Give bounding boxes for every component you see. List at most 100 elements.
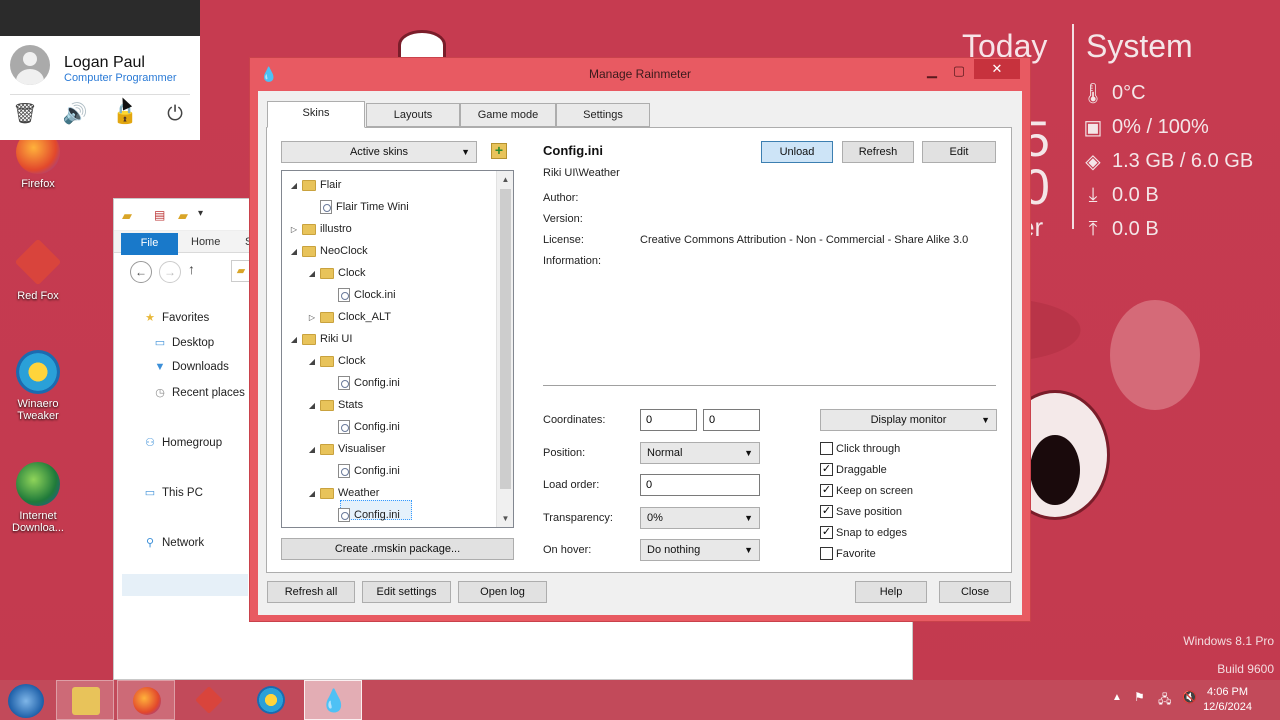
refresh-all-button[interactable]: Refresh all — [267, 581, 355, 603]
power-icon[interactable]: ⏻ — [161, 100, 189, 128]
nav-item-network[interactable]: ⚲ Network — [142, 536, 204, 550]
volume-icon[interactable]: 🔊 — [61, 100, 89, 128]
display-monitor-dropdown[interactable]: Display monitor ▼ — [820, 409, 997, 431]
checkbox-save-position[interactable]: ✓ Save position — [820, 505, 902, 518]
checkbox-snap-to-edges[interactable]: ✓ Snap to edges — [820, 526, 907, 539]
help-button[interactable]: Help — [855, 581, 927, 603]
tab-layouts[interactable]: Layouts — [366, 103, 460, 127]
desktop-icon-winaero[interactable]: Winaero Tweaker — [2, 350, 74, 422]
show-hidden-icons-icon[interactable]: ▲ — [1112, 692, 1122, 703]
tree-expander-icon[interactable]: ◢ — [306, 401, 318, 410]
tree-file-node[interactable]: Config.ini — [324, 461, 400, 481]
avatar[interactable] — [10, 45, 50, 85]
refresh-button[interactable]: Refresh — [842, 141, 914, 163]
tab-skins[interactable]: Skins — [267, 101, 365, 128]
tab-settings[interactable]: Settings — [556, 103, 650, 127]
close-icon[interactable]: ✕ — [974, 59, 1020, 79]
taskbar-clock[interactable]: 4:06 PM 12/6/2024 — [1203, 685, 1252, 715]
up-arrow-icon[interactable]: ↑ — [188, 261, 195, 277]
taskbar-red-fox[interactable] — [180, 680, 238, 720]
tree-folder-node[interactable]: ◢ Visualiser — [306, 439, 386, 459]
checkbox-favorite[interactable]: Favorite — [820, 547, 876, 560]
active-skins-dropdown[interactable]: Active skins ▼ — [281, 141, 477, 163]
taskbar-firefox[interactable] — [117, 680, 175, 720]
checkbox-keep-on-screen[interactable]: ✓ Keep on screen — [820, 484, 913, 497]
tree-file-node[interactable]: Flair Time Wini — [306, 197, 409, 217]
customize-toolbar-icon[interactable]: ▾ — [198, 208, 203, 219]
taskbar-rainmeter[interactable]: 💧 — [304, 680, 362, 720]
tree-folder-node[interactable]: ◢ Clock — [306, 351, 366, 371]
desktop-icon-idm[interactable]: Internet Downloa... — [2, 462, 74, 534]
position-select[interactable]: Normal ▼ — [640, 442, 760, 464]
tab-game-mode[interactable]: Game mode — [460, 103, 556, 127]
action-center-flag-icon[interactable]: ⚑ — [1134, 690, 1145, 704]
checkmark-icon[interactable]: ✓ — [820, 526, 833, 539]
tree-expander-icon[interactable]: ◢ — [306, 269, 318, 278]
tree-file-node[interactable]: Config.ini — [324, 373, 400, 393]
tree-folder-node[interactable]: ◢ Flair — [288, 175, 341, 195]
open-log-button[interactable]: Open log — [458, 581, 547, 603]
create-rmskin-package-button[interactable]: Create .rmskin package... — [281, 538, 514, 560]
nav-item-downloads[interactable]: ▼ Downloads — [152, 361, 229, 373]
checkmark-icon[interactable]: ✓ — [820, 463, 833, 476]
address-folder-icon[interactable]: ▰ — [231, 260, 251, 282]
close-button[interactable]: Close — [939, 581, 1011, 603]
tree-file-node[interactable]: Clock.ini — [324, 285, 396, 305]
start-button[interactable] — [8, 684, 44, 718]
new-folder-icon[interactable]: ▰ — [178, 208, 188, 224]
tree-folder-node[interactable]: ◢ Clock — [306, 263, 366, 283]
minimize-icon[interactable]: ▁ — [918, 61, 946, 81]
window-titlebar[interactable]: 💧 Manage Rainmeter ▁ ▢ ✕ — [250, 58, 1030, 91]
checkbox-click-through[interactable]: Click through — [820, 442, 900, 455]
tree-scrollbar[interactable]: ▲ ▼ — [496, 171, 513, 527]
volume-muted-tray-icon[interactable]: 🔇 — [1182, 690, 1197, 704]
tree-folder-node[interactable]: ◢ Weather — [306, 483, 379, 503]
scroll-up-icon[interactable]: ▲ — [497, 171, 513, 188]
tree-folder-node[interactable]: ◢ NeoClock — [288, 241, 368, 261]
tree-expander-icon[interactable]: ◢ — [306, 489, 318, 498]
tree-expander-icon[interactable]: ◢ — [288, 181, 300, 190]
edit-settings-button[interactable]: Edit settings — [362, 581, 451, 603]
tree-folder-node[interactable]: ▷ illustro — [288, 219, 352, 239]
scroll-thumb[interactable] — [500, 189, 511, 489]
unload-button[interactable]: Unload — [761, 141, 833, 163]
tree-expander-icon[interactable]: ◢ — [288, 247, 300, 256]
tree-folder-node[interactable]: ▷ Clock_ALT — [306, 307, 391, 327]
skins-tree[interactable]: ◢ Flair Flair Time Wini ▷ illustro ◢ NeoClock ◢… — [281, 170, 514, 528]
maximize-icon[interactable]: ▢ — [946, 61, 972, 81]
tree-folder-node[interactable]: ◢ Stats — [306, 395, 363, 415]
nav-item-recent-places[interactable]: ◷ Recent places — [152, 386, 245, 400]
nav-item-desktop[interactable]: ▭ Desktop — [152, 336, 214, 350]
forward-arrow-icon[interactable]: → — [159, 261, 181, 283]
tree-expander-icon[interactable]: ▷ — [306, 313, 318, 322]
edit-button[interactable]: Edit — [922, 141, 996, 163]
nav-item-favorites[interactable]: ★ Favorites — [142, 311, 209, 325]
checkbox-draggable[interactable]: ✓ Draggable — [820, 463, 887, 476]
scroll-down-icon[interactable]: ▼ — [497, 510, 513, 527]
checkbox-box[interactable] — [820, 547, 833, 560]
checkmark-icon[interactable]: ✓ — [820, 505, 833, 518]
coordinate-y-input[interactable]: 0 — [703, 409, 760, 431]
desktop-icon-redfox[interactable]: Red Fox — [2, 238, 74, 302]
coordinate-x-input[interactable]: 0 — [640, 409, 697, 431]
tree-expander-icon[interactable]: ◢ — [306, 445, 318, 454]
ribbon-home-tab[interactable]: Home — [191, 236, 220, 248]
checkbox-box[interactable] — [820, 442, 833, 455]
properties-icon[interactable]: ▤ — [154, 208, 165, 222]
add-skin-icon[interactable]: + — [491, 143, 507, 159]
on-hover-select[interactable]: Do nothing ▼ — [640, 539, 760, 561]
network-tray-icon[interactable]: 🖧 — [1158, 690, 1171, 711]
nav-item-homegroup[interactable]: ⚇ Homegroup — [142, 436, 222, 450]
tree-expander-icon[interactable]: ◢ — [288, 335, 300, 344]
tree-file-node[interactable]: Config.ini — [324, 417, 400, 437]
tree-expander-icon[interactable]: ◢ — [306, 357, 318, 366]
checkmark-icon[interactable]: ✓ — [820, 484, 833, 497]
nav-item-this-pc[interactable]: ▭ This PC — [142, 486, 203, 500]
ribbon-file-tab[interactable]: File — [121, 233, 178, 255]
tree-expander-icon[interactable]: ▷ — [288, 225, 300, 234]
tree-folder-node[interactable]: ◢ Riki UI — [288, 329, 352, 349]
taskbar-file-explorer[interactable] — [56, 680, 114, 720]
back-arrow-icon[interactable]: ← — [130, 261, 152, 283]
tree-file-node[interactable]: Config.ini — [324, 505, 400, 525]
recycle-bin-icon[interactable]: 🗑 — [11, 100, 39, 128]
